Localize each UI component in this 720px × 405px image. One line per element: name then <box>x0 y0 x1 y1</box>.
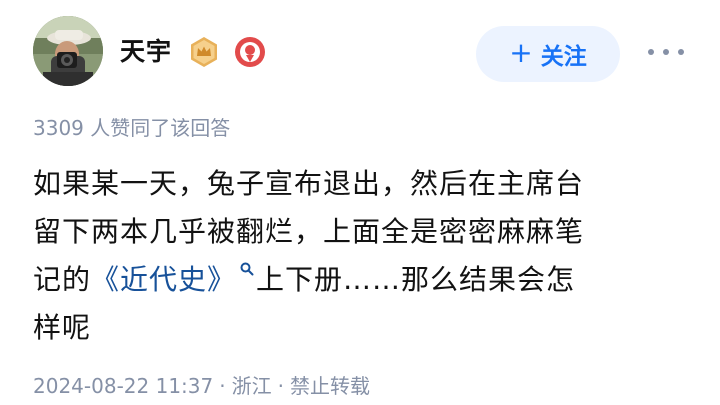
answer-line: 样呢 <box>33 311 92 344</box>
answer-line: 留下两本几乎被翻烂，上面全是密密麻麻笔 <box>33 215 585 248</box>
ip-location: 浙江 <box>231 374 272 398</box>
book-link[interactable]: 《近代史》 <box>91 263 236 296</box>
follow-button-label: 关注 <box>540 44 587 70</box>
avatar[interactable] <box>33 16 103 86</box>
separator-dot: · <box>277 374 284 398</box>
more-icon[interactable] <box>648 42 684 62</box>
answer-meta: 2024-08-22 11:37 · 浙江 · 禁止转载 <box>33 372 370 400</box>
separator-dot: · <box>219 374 226 398</box>
answer-card: 天宇 + 关注 3309 人赞同了该回答 如果某一天，兔子宣布退出，然后在主席台… <box>0 0 720 405</box>
medal-badge-icon[interactable] <box>234 36 266 68</box>
answer-line: 记的《近代史》 上下册……那么结果会怎 <box>33 256 693 304</box>
copyright-status: 禁止转载 <box>289 374 370 398</box>
answer-content: 如果某一天，兔子宣布退出，然后在主席台 留下两本几乎被翻烂，上面全是密密麻麻笔 … <box>33 160 693 352</box>
publish-time: 2024-08-22 11:37 <box>33 374 214 398</box>
level-badge-icon[interactable] <box>188 36 220 68</box>
follow-button[interactable]: + 关注 <box>476 26 620 82</box>
search-icon[interactable] <box>240 262 254 276</box>
avatar-photo <box>33 16 103 86</box>
author-name[interactable]: 天宇 <box>120 36 172 68</box>
answer-text: 上下册……那么结果会怎 <box>256 263 576 296</box>
answer-line: 如果某一天，兔子宣布退出，然后在主席台 <box>33 167 585 200</box>
upvote-count[interactable]: 3309 人赞同了该回答 <box>33 114 230 142</box>
answer-text: 记的 <box>33 263 92 296</box>
plus-icon: + <box>509 36 533 69</box>
